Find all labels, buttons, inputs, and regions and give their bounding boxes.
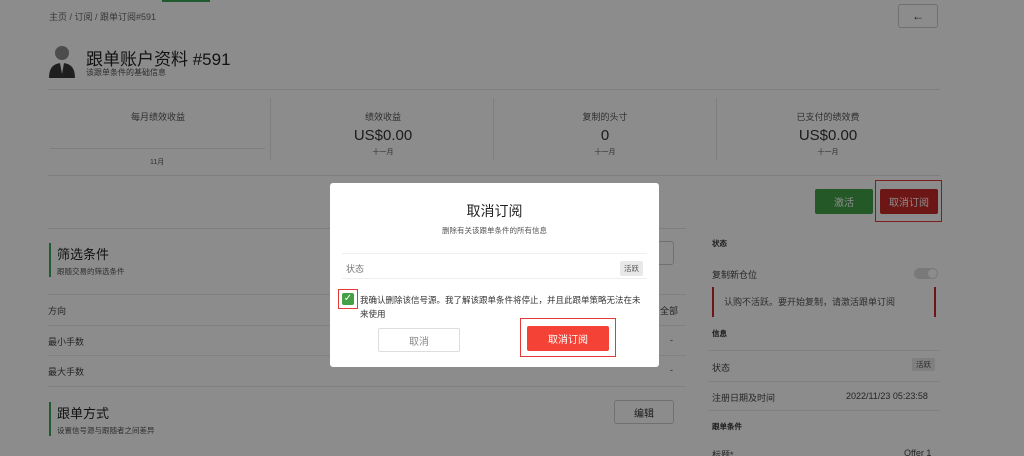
dialog-title: 取消订阅 — [466, 203, 523, 219]
dialog-confirm-cancel-subscription-button[interactable]: 取消订阅 — [527, 326, 609, 351]
checkmark-icon: ✓ — [343, 293, 353, 304]
dialog-status-label: 状态 — [346, 264, 365, 274]
dialog-status-badge: 活跃 — [620, 261, 643, 276]
confirm-text: 我确认删除该信号源。我了解该跟单条件将停止，并且此跟单策略无法在未来使用 — [360, 295, 641, 319]
confirm-checkbox[interactable]: ✓ — [342, 293, 354, 305]
dialog-status-row: 状态 活跃 — [342, 253, 647, 279]
dialog-cancel-button[interactable]: 取消 — [378, 328, 460, 352]
cancel-subscription-dialog: 取消订阅 删除有关该跟单条件的所有信息 状态 活跃 ✓ 我确认删除该信号源。我了… — [330, 183, 659, 367]
dialog-subtitle: 删除有关该跟单条件的所有信息 — [442, 226, 547, 235]
